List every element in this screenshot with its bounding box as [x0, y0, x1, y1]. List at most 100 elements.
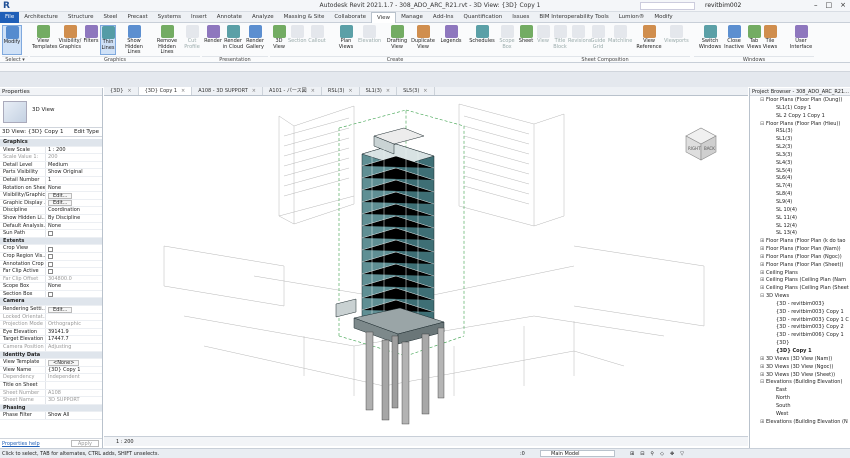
property-value[interactable]: By Discipline	[46, 215, 102, 222]
close-icon[interactable]: ×	[252, 88, 256, 94]
property-group-graphics[interactable]: Graphics	[0, 139, 102, 147]
apply-button[interactable]: Apply	[70, 440, 99, 447]
filters-button[interactable]: Filters	[82, 25, 100, 55]
switch-windows-button[interactable]: Switch Windows	[698, 25, 722, 55]
browser-node[interactable]: ⊞ Floor Plans (Floor Plan (Nam))	[750, 246, 850, 254]
browser-node[interactable]: {3D} Copy 1	[750, 348, 850, 356]
ribbon-tab-steel[interactable]: Steel	[98, 12, 122, 23]
property-value[interactable]: 39141.9	[46, 329, 102, 336]
show-hidden-lines-button[interactable]: Show Hidden Lines	[122, 25, 146, 55]
tile-views-button[interactable]: Tile Views	[762, 25, 778, 55]
browser-node[interactable]: ⊞ 3D Views (3D View (Nam))	[750, 356, 850, 364]
property-value[interactable]	[46, 245, 102, 252]
matchline-button[interactable]: Matchline	[608, 25, 632, 55]
browser-node[interactable]: {3D - revitbim006} Copy 1	[750, 332, 850, 340]
browser-node[interactable]: ⊞ 3D Views (3D View (Sheet))	[750, 372, 850, 380]
maximize-icon[interactable]: □	[826, 1, 833, 9]
property-checkbox[interactable]	[48, 269, 53, 275]
3d-view-button[interactable]: 3D View	[270, 25, 288, 55]
property-checkbox[interactable]	[48, 254, 53, 260]
browser-node[interactable]: SL 12(4)	[750, 223, 850, 231]
ribbon-tab-collaborate[interactable]: Collaborate	[329, 12, 371, 23]
property-edit-button[interactable]: <None>	[48, 359, 80, 366]
browser-node[interactable]: ⊞ Floor Plans (Floor Plan (Ngoc))	[750, 254, 850, 262]
property-value[interactable]: Medium	[46, 162, 102, 169]
browser-node[interactable]: ⊞ Ceiling Plans (Ceiling Plan (Sheet	[750, 285, 850, 293]
property-value[interactable]: <None>	[46, 359, 102, 366]
browser-node[interactable]: ⊞ Ceiling Plans	[750, 270, 850, 278]
browser-node[interactable]: RSL(3)	[750, 128, 850, 136]
3d-viewport[interactable]	[104, 96, 748, 436]
ribbon-tab-add-ins[interactable]: Add-Ins	[428, 12, 459, 23]
property-group-identity-data[interactable]: Identity Data	[0, 351, 102, 360]
modify-button[interactable]: Modify	[2, 25, 22, 55]
browser-node[interactable]: ⊞ 3D Views (3D View (Ngoc))	[750, 364, 850, 372]
property-value[interactable]: Coordination	[46, 207, 102, 214]
user-interface-button[interactable]: User Interface	[788, 25, 814, 55]
browser-node[interactable]: ⊟ Floor Plans (Floor Plan (Dung))	[750, 97, 850, 105]
schedules-button[interactable]: Schedules	[468, 25, 496, 55]
view-scale-control[interactable]: 1 : 200	[116, 439, 134, 445]
browser-node[interactable]: SL 2 Copy 1 Copy 1	[750, 113, 850, 121]
ribbon-tab-quantification[interactable]: Quantification	[459, 12, 508, 23]
render-gallery-button[interactable]: Render Gallery	[244, 25, 266, 55]
ribbon-tab-systems[interactable]: Systems	[153, 12, 186, 23]
render-in-cloud-button[interactable]: Render in Cloud	[222, 25, 244, 55]
close-icon[interactable]: ×	[423, 88, 427, 94]
property-checkbox[interactable]	[48, 246, 53, 252]
underlay-select-icon[interactable]: ⊟	[640, 449, 644, 458]
browser-node[interactable]: SL4(3)	[750, 160, 850, 168]
view-tab[interactable]: SL5(3) ×	[397, 87, 435, 95]
ribbon-tab-file[interactable]: File	[0, 12, 20, 23]
browser-node[interactable]: SL1(1) Copy 1	[750, 105, 850, 113]
view-tab[interactable]: SL1(3) ×	[360, 87, 398, 95]
browser-node[interactable]: SL 11(4)	[750, 215, 850, 223]
ribbon-tab-massing-site[interactable]: Massing & Site	[279, 12, 330, 23]
view-tab[interactable]: A101 - パース図 ×	[263, 87, 322, 95]
ribbon-tab-issues[interactable]: Issues	[507, 12, 534, 23]
ribbon-tab-precast[interactable]: Precast	[122, 12, 152, 23]
elevation-button[interactable]: Elevation	[358, 25, 381, 55]
browser-node[interactable]: North	[750, 395, 850, 403]
property-value[interactable]: Edit...	[46, 192, 102, 199]
view-tab[interactable]: RSL(3) ×	[322, 87, 360, 95]
browser-node[interactable]: {3D}	[750, 340, 850, 348]
link-select-icon[interactable]: ⊞	[630, 449, 634, 458]
property-value[interactable]	[46, 291, 102, 298]
browser-node[interactable]: {3D - revitbim003}	[750, 301, 850, 309]
browser-node[interactable]: {3D - revitbim003} Copy 2	[750, 324, 850, 332]
browser-node[interactable]: SL 13(4)	[750, 230, 850, 238]
property-value[interactable]	[46, 230, 102, 237]
thin-lines-button[interactable]: Thin Lines	[100, 25, 116, 55]
search-input[interactable]	[640, 2, 695, 10]
property-value[interactable]	[46, 261, 102, 268]
browser-node[interactable]: {3D - revitbim003} Copy 1	[750, 309, 850, 317]
property-value[interactable]: 17447.7	[46, 336, 102, 343]
browser-node[interactable]: SL2(3)	[750, 144, 850, 152]
browser-node[interactable]: {3D - revitbim003} Copy 1 C	[750, 317, 850, 325]
ribbon-tab-structure[interactable]: Structure	[63, 12, 99, 23]
property-value[interactable]: 1	[46, 177, 102, 184]
browser-node[interactable]: East	[750, 387, 850, 395]
cut-profile-button[interactable]: Cut Profile	[184, 25, 200, 55]
browser-node[interactable]: SL5(4)	[750, 168, 850, 176]
ribbon-tab-manage[interactable]: Manage	[396, 12, 428, 23]
design-option-selector[interactable]: Main Model	[540, 450, 615, 457]
property-value[interactable]: {3D} Copy 1	[46, 367, 102, 374]
close-icon[interactable]: ×	[840, 1, 846, 9]
property-edit-button[interactable]: Edit...	[48, 306, 73, 313]
face-select-icon[interactable]: ◇	[660, 449, 664, 458]
ribbon-tab-analyze[interactable]: Analyze	[247, 12, 279, 23]
browser-node[interactable]: West	[750, 411, 850, 419]
edit-type-button[interactable]: Edit Type	[74, 128, 99, 137]
ribbon-tab-annotate[interactable]: Annotate	[212, 12, 247, 23]
user-name[interactable]: revitbim002	[705, 2, 741, 9]
property-value[interactable]: Show All	[46, 412, 102, 419]
browser-node[interactable]: SL6(4)	[750, 175, 850, 183]
close-icon[interactable]: ×	[127, 88, 131, 94]
property-checkbox[interactable]	[48, 292, 53, 298]
instance-selector[interactable]: 3D View: {3D} Copy 1 Edit Type	[0, 128, 102, 137]
legends-button[interactable]: Legends	[440, 25, 462, 55]
property-value[interactable]: Edit...	[46, 200, 102, 207]
browser-node[interactable]: ⊞ Ceiling Plans (Ceiling Plan (Nam	[750, 277, 850, 285]
